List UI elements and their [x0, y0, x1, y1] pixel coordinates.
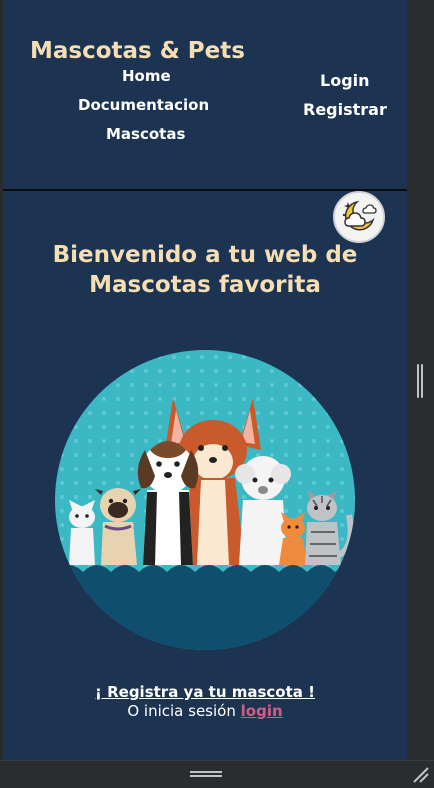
nav-login[interactable]: Login	[320, 71, 370, 90]
resize-corner-icon[interactable]	[410, 764, 430, 784]
vertical-splitter-handle[interactable]	[417, 364, 423, 398]
hero-title-line2: Mascotas favorita	[89, 272, 321, 298]
theme-toggle-button[interactable]	[333, 191, 385, 243]
hero-title-line1: Bienvenido a tu web de	[52, 242, 358, 268]
nav-documentacion[interactable]: Documentacion	[78, 96, 209, 114]
register-pet-link[interactable]: ¡ Registra ya tu mascota !	[95, 683, 315, 701]
page-viewport: Mascotas & Pets Home Documentacion Masco…	[3, 0, 407, 760]
pets-group-illustration	[55, 350, 355, 650]
login-link[interactable]: login	[241, 702, 283, 720]
brand-logo-text[interactable]: Mascotas & Pets	[30, 38, 245, 64]
moon-cloud-icon	[335, 193, 383, 241]
nav-mascotas[interactable]: Mascotas	[106, 125, 185, 143]
login-prompt: O inicia sesión login	[3, 702, 407, 720]
hero-title: Bienvenido a tu web de Mascotas favorita	[3, 240, 407, 300]
site-header: Mascotas & Pets Home Documentacion Masco…	[3, 0, 407, 191]
nav-registrar[interactable]: Registrar	[303, 100, 387, 119]
cta-block: ¡ Registra ya tu mascota ! O inicia sesi…	[3, 683, 407, 720]
nav-home[interactable]: Home	[122, 67, 171, 85]
horizontal-splitter-handle[interactable]	[190, 771, 222, 777]
login-prefix-text: O inicia sesión	[127, 702, 236, 720]
